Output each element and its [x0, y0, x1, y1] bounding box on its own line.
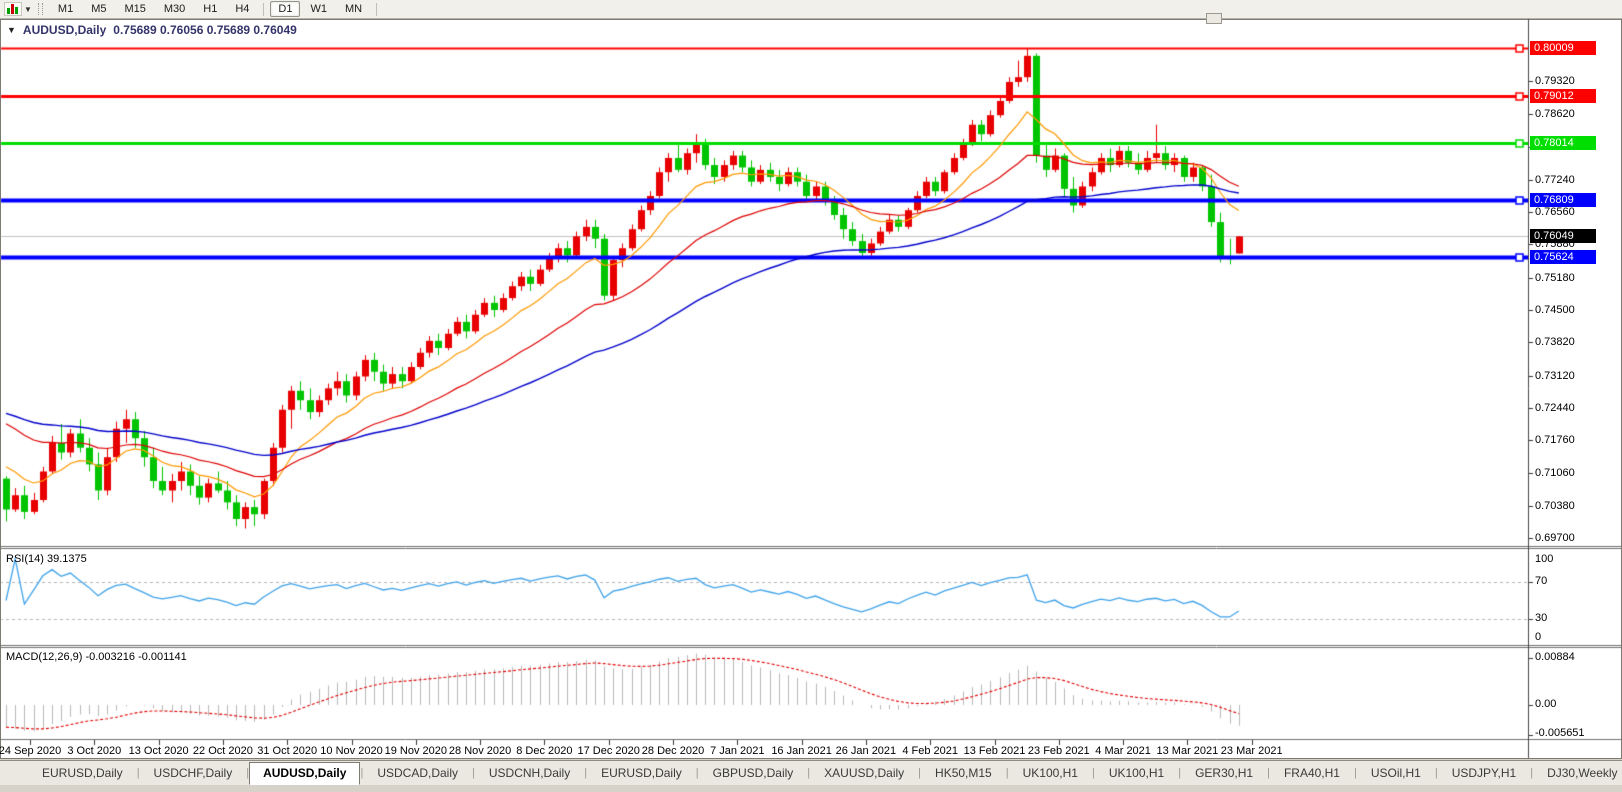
price-axis-tick: 0.75180: [1535, 272, 1575, 284]
price-axis-tick: 0.72440: [1535, 402, 1575, 414]
chart-title: ▼ AUDUSD,Daily 0.75689 0.76056 0.75689 0…: [7, 23, 297, 37]
hline-price-tag[interactable]: 0.79012: [1530, 89, 1596, 103]
date-axis-label: 4 Mar 2021: [1095, 745, 1151, 757]
price-axis-tick: 0.73820: [1535, 336, 1575, 348]
price-axis-tick: 0.79320: [1535, 75, 1575, 87]
price-axis-tick: 0.77240: [1535, 174, 1575, 186]
current-price-tag: 0.76049: [1530, 229, 1596, 243]
rsi-axis-label: 0: [1535, 631, 1541, 643]
hline-price-tag[interactable]: 0.80009: [1530, 41, 1596, 55]
macd-axis-label: -0.005651: [1535, 727, 1585, 739]
date-axis-label: 13 Feb 2021: [964, 745, 1026, 757]
date-axis-label: 22 Oct 2020: [193, 745, 253, 757]
window-control-box[interactable]: [1206, 13, 1222, 24]
macd-axis-label: 0.00884: [1535, 651, 1575, 663]
date-axis-label: 19 Nov 2020: [385, 745, 447, 757]
date-axis-label: 26 Jan 2021: [836, 745, 897, 757]
date-axis-label: 3 Oct 2020: [67, 745, 121, 757]
date-axis-label: 13 Oct 2020: [129, 745, 189, 757]
symbol-timeframe-label: AUDUSD,Daily: [23, 23, 106, 37]
rsi-axis-label: 30: [1535, 612, 1547, 624]
price-axis-tick: 0.70380: [1535, 500, 1575, 512]
date-axis-label: 28 Nov 2020: [449, 745, 511, 757]
date-axis-label: 31 Oct 2020: [257, 745, 317, 757]
date-axis-label: 13 Mar 2021: [1157, 745, 1219, 757]
macd-axis-label: 0.00: [1535, 698, 1556, 710]
date-axis-label: 28 Dec 2020: [642, 745, 704, 757]
ohlc-values-label: 0.75689 0.76056 0.75689 0.76049: [113, 23, 297, 37]
mt4-terminal: { "toolbar": { "timeframes": ["M1","M5",…: [0, 0, 1622, 792]
date-axis-label: 4 Feb 2021: [902, 745, 958, 757]
rsi-axis-label: 100: [1535, 553, 1553, 565]
price-axis-tick: 0.74500: [1535, 304, 1575, 316]
date-axis-label: 10 Nov 2020: [320, 745, 382, 757]
hline-price-tag[interactable]: 0.78014: [1530, 136, 1596, 150]
date-axis-label: 23 Mar 2021: [1221, 745, 1283, 757]
date-axis-label: 17 Dec 2020: [577, 745, 639, 757]
date-axis-label: 7 Jan 2021: [710, 745, 764, 757]
date-axis-label: 23 Feb 2021: [1028, 745, 1090, 757]
hline-price-tag[interactable]: 0.75624: [1530, 250, 1596, 264]
price-axis-tick: 0.78620: [1535, 108, 1575, 120]
price-axis-tick: 0.73120: [1535, 370, 1575, 382]
price-axis-tick: 0.71760: [1535, 434, 1575, 446]
price-chart-canvas[interactable]: [0, 0, 1622, 792]
price-axis-tick: 0.76560: [1535, 206, 1575, 218]
date-axis-label: 8 Dec 2020: [516, 745, 572, 757]
price-axis-tick: 0.71060: [1535, 467, 1575, 479]
rsi-axis-label: 70: [1535, 575, 1547, 587]
date-axis-label: 24 Sep 2020: [0, 745, 61, 757]
date-axis-label: 16 Jan 2021: [771, 745, 832, 757]
collapse-triangle-icon[interactable]: ▼: [7, 25, 16, 35]
macd-indicator-label: MACD(12,26,9) -0.003216 -0.001141: [6, 651, 187, 663]
rsi-indicator-label: RSI(14) 39.1375: [6, 553, 87, 565]
hline-price-tag[interactable]: 0.76809: [1530, 193, 1596, 207]
price-axis-tick: 0.69700: [1535, 532, 1575, 544]
